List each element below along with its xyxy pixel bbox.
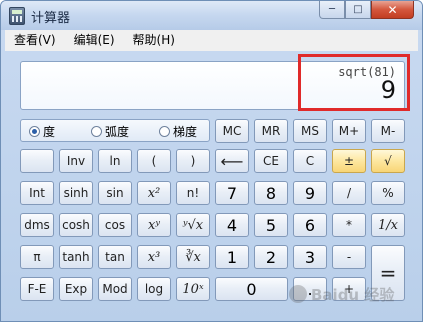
four-button[interactable]: 4 xyxy=(215,213,249,237)
sin-button[interactable]: sin xyxy=(98,181,132,205)
tan-button[interactable]: tan xyxy=(98,245,132,269)
sinh-button[interactable]: sinh xyxy=(59,181,93,205)
window-title: 计算器 xyxy=(31,11,71,26)
menu-view[interactable]: 查看(V) xyxy=(5,30,65,51)
menu-help[interactable]: 帮助(H) xyxy=(124,30,184,51)
highlight-annotation-box xyxy=(298,54,410,111)
factorial-button[interactable]: n! xyxy=(176,181,210,205)
menu-bar: 查看(V) 编辑(E) 帮助(H) xyxy=(5,30,418,51)
dms-button[interactable]: dms xyxy=(20,213,54,237)
divide-button[interactable]: / xyxy=(332,181,366,205)
backspace-button[interactable]: ⟵ xyxy=(215,149,249,173)
cos-button[interactable]: cos xyxy=(98,213,132,237)
m-plus-button[interactable]: M+ xyxy=(332,119,366,143)
ms-button[interactable]: MS xyxy=(293,119,327,143)
m-minus-button[interactable]: M- xyxy=(371,119,405,143)
watermark-text: Baidu 经验 xyxy=(311,285,395,304)
maximize-button[interactable]: □ xyxy=(345,1,371,19)
fe-button[interactable]: F-E xyxy=(20,277,54,301)
exp-button[interactable]: Exp xyxy=(59,277,93,301)
plus-minus-button[interactable]: ± xyxy=(332,149,366,173)
multiply-button[interactable]: * xyxy=(332,213,366,237)
int-button[interactable]: Int xyxy=(20,181,54,205)
baidu-watermark: Baidu 经验 xyxy=(289,281,409,307)
eight-button[interactable]: 8 xyxy=(254,181,288,205)
mod-button[interactable]: Mod xyxy=(98,277,132,301)
x-squared-button[interactable]: x² xyxy=(137,181,171,205)
minimize-button[interactable]: ─ xyxy=(319,1,345,19)
left-paren-button[interactable]: ( xyxy=(137,149,171,173)
ce-button[interactable]: CE xyxy=(254,149,288,173)
reciprocal-button[interactable]: 1/x xyxy=(371,213,405,237)
five-button[interactable]: 5 xyxy=(254,213,288,237)
c-button[interactable]: C xyxy=(293,149,327,173)
two-button[interactable]: 2 xyxy=(254,245,288,269)
blank-button[interactable] xyxy=(20,149,54,173)
angle-mode-group: 度 弧度 梯度 xyxy=(20,119,210,142)
radio-degrees-label: 度 xyxy=(43,125,56,139)
title-bar: 计算器 ─ □ ✕ xyxy=(1,1,422,30)
radio-radians-label: 弧度 xyxy=(105,125,130,139)
cosh-button[interactable]: cosh xyxy=(59,213,93,237)
menu-edit[interactable]: 编辑(E) xyxy=(65,30,124,51)
radio-gradians-label: 梯度 xyxy=(173,125,198,139)
baidu-paw-icon xyxy=(289,285,307,303)
six-button[interactable]: 6 xyxy=(293,213,327,237)
radio-selected-icon xyxy=(29,126,40,137)
radio-radians[interactable]: 弧度 xyxy=(91,123,129,140)
calculator-app-icon xyxy=(9,7,25,25)
radio-degrees[interactable]: 度 xyxy=(29,123,55,140)
ln-button[interactable]: ln xyxy=(98,149,132,173)
tanh-button[interactable]: tanh xyxy=(59,245,93,269)
inv-button[interactable]: Inv xyxy=(59,149,93,173)
cube-root-button[interactable]: ∛x xyxy=(176,245,210,269)
close-button[interactable]: ✕ xyxy=(371,1,414,19)
pi-button[interactable]: π xyxy=(20,245,54,269)
radio-unselected-icon xyxy=(159,126,170,137)
ten-power-x-button[interactable]: 10ˣ xyxy=(176,277,210,301)
window-controls: ─ □ ✕ xyxy=(319,1,414,21)
percent-button[interactable]: % xyxy=(371,181,405,205)
radio-unselected-icon xyxy=(91,126,102,137)
mr-button[interactable]: MR xyxy=(254,119,288,143)
calculator-window: 计算器 ─ □ ✕ 查看(V) 编辑(E) 帮助(H) sqrt(81) 9 度… xyxy=(0,0,423,322)
seven-button[interactable]: 7 xyxy=(215,181,249,205)
nine-button[interactable]: 9 xyxy=(293,181,327,205)
y-root-button[interactable]: ʸ√x xyxy=(176,213,210,237)
mc-button[interactable]: MC xyxy=(215,119,249,143)
right-paren-button[interactable]: ) xyxy=(176,149,210,173)
sqrt-button[interactable]: √ xyxy=(371,149,405,173)
zero-button[interactable]: 0 xyxy=(215,277,288,301)
subtract-button[interactable]: - xyxy=(332,245,366,269)
log-button[interactable]: log xyxy=(137,277,171,301)
x-power-y-button[interactable]: xʸ xyxy=(137,213,171,237)
radio-gradians[interactable]: 梯度 xyxy=(159,123,197,140)
x-cubed-button[interactable]: x³ xyxy=(137,245,171,269)
three-button[interactable]: 3 xyxy=(293,245,327,269)
one-button[interactable]: 1 xyxy=(215,245,249,269)
